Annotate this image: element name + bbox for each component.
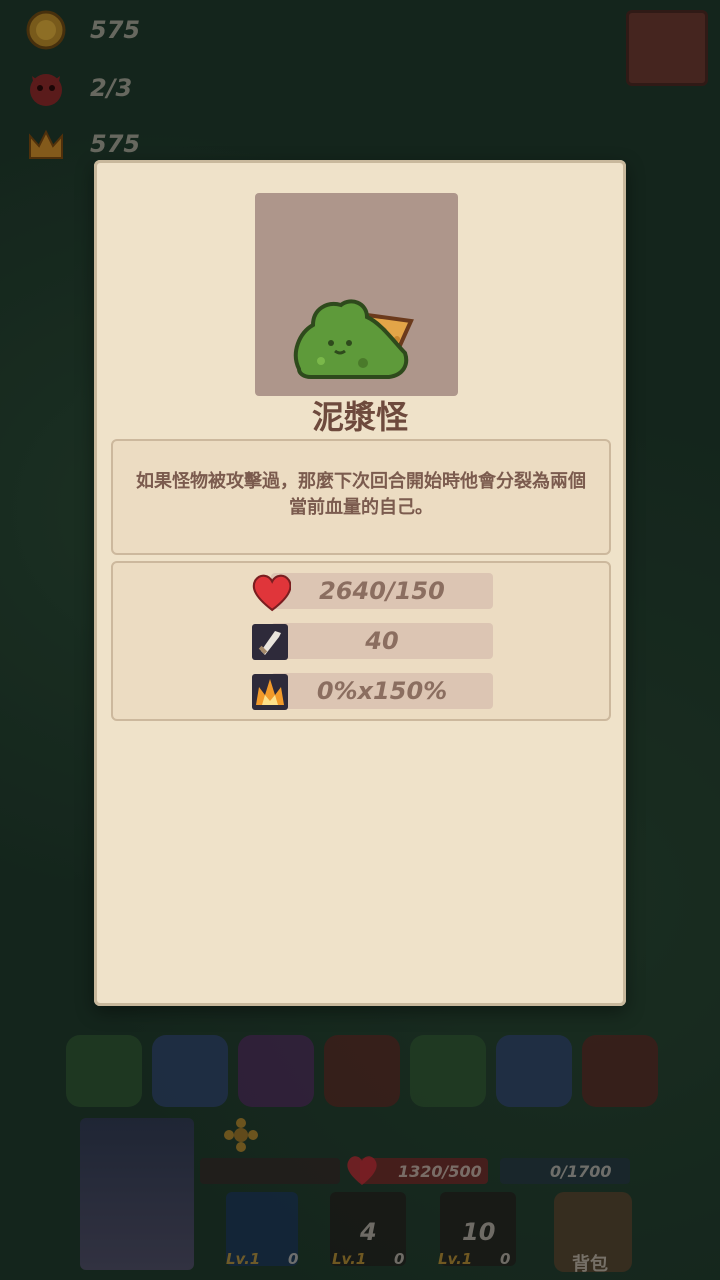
stat-row-crit: 0%x150% xyxy=(251,673,493,710)
hp-value: 2640/150 xyxy=(319,577,445,605)
monster-name: 泥漿怪 xyxy=(311,398,408,436)
monster-info-panel: 泥漿怪 如果怪物被攻擊過，那麼下次回合開始時他會分裂為兩個當前血量的自己。 26… xyxy=(94,160,626,1006)
monster-portrait xyxy=(255,193,458,396)
attack-value: 40 xyxy=(365,627,399,655)
stat-row-hp: 2640/150 xyxy=(251,573,493,612)
crit-value: 0%x150% xyxy=(316,677,448,705)
description-box: 如果怪物被攻擊過，那麼下次回合開始時他會分裂為兩個當前血量的自己。 xyxy=(111,439,611,555)
mud-monster-icon xyxy=(293,299,414,379)
monster-description: 如果怪物被攻擊過，那麼下次回合開始時他會分裂為兩個當前血量的自己。 xyxy=(136,471,586,518)
stat-row-attack: 40 xyxy=(251,623,493,660)
stats-box: 2640/150 40 0%x150% xyxy=(111,561,611,721)
